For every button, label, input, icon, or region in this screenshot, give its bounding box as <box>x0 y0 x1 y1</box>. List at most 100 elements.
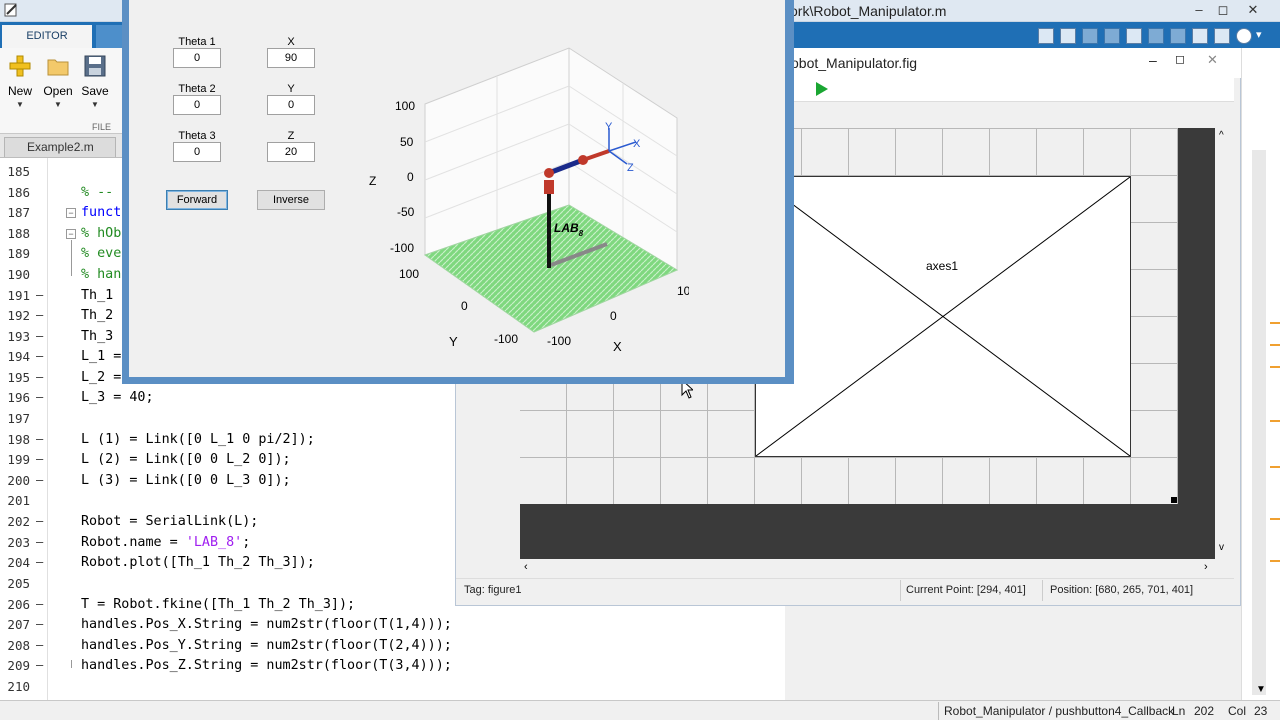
open-button[interactable]: Open ▼ <box>39 54 77 109</box>
theta1-input[interactable]: 0 <box>173 48 221 68</box>
breakpoint-marker[interactable]: – <box>36 514 43 528</box>
breakpoint-marker[interactable]: – <box>36 555 43 569</box>
fold-toggle[interactable]: − <box>66 229 76 239</box>
code-line: handles.Pos_Z.String = num2str(floor(T(3… <box>81 658 452 673</box>
line-number: 206 <box>7 597 30 612</box>
breakpoint-marker[interactable]: – <box>36 288 43 302</box>
code-line: handles.Pos_Y.String = num2str(floor(T(2… <box>81 638 452 653</box>
code-line: Th_1 <box>81 288 114 303</box>
breakpoint-marker[interactable]: – <box>36 638 43 652</box>
analyzer-marker[interactable] <box>1270 344 1280 346</box>
guide-hscroll[interactable]: ‹ › <box>520 559 1215 577</box>
line-number: 195 <box>7 370 30 385</box>
tag-text: Tag: figure1 <box>464 584 522 596</box>
string-literal: 'LAB_8' <box>185 535 243 550</box>
tab-example2[interactable]: Example2.m <box>4 137 116 157</box>
scroll-down-icon[interactable]: ▼ <box>1256 684 1266 695</box>
editor-tab-strip: Example2.m <box>0 134 125 158</box>
analyzer-marker[interactable] <box>1270 420 1280 422</box>
breakpoint-marker[interactable]: – <box>36 617 43 631</box>
resize-handle[interactable] <box>1171 497 1177 503</box>
tab-editor[interactable]: EDITOR <box>2 25 92 48</box>
paste-icon[interactable] <box>1126 28 1142 44</box>
run-figure-icon[interactable] <box>814 81 830 100</box>
line-value: 202 <box>1194 704 1215 718</box>
save-button[interactable]: Save ▼ <box>76 54 114 109</box>
figure-window: Theta 1 0 X 90 Theta 2 0 Y 0 Theta 3 0 Z… <box>129 0 785 377</box>
ribbon-section-label: FILE <box>92 122 112 132</box>
line-number: 187 <box>7 205 30 220</box>
breakpoint-marker[interactable]: – <box>36 329 43 343</box>
matlab-edit-icon <box>4 3 18 17</box>
fold-toggle[interactable]: − <box>66 208 76 218</box>
x-output[interactable]: 90 <box>267 48 315 68</box>
undo-icon[interactable] <box>1148 28 1164 44</box>
chevron-down-icon: ▼ <box>91 100 99 109</box>
close-button[interactable]: ✕ <box>1240 0 1266 20</box>
theta2-input[interactable]: 0 <box>173 95 221 115</box>
line-number: 197 <box>7 411 30 426</box>
y-output[interactable]: 0 <box>267 95 315 115</box>
code-text: ; <box>242 535 251 550</box>
quick-icon-1[interactable] <box>1038 28 1054 44</box>
layout-icon[interactable] <box>1214 28 1230 44</box>
breakpoint-marker[interactable]: – <box>36 535 43 549</box>
maximize-button[interactable]: ◻ <box>1210 0 1236 20</box>
axes1-placeholder[interactable]: axes1 <box>755 176 1131 457</box>
analyzer-marker[interactable] <box>1270 322 1280 324</box>
cut-icon[interactable] <box>1082 28 1098 44</box>
chevron-down-icon[interactable]: v <box>1219 542 1224 553</box>
code-line: Th_3 <box>81 329 114 344</box>
status-bar: Robot_Manipulator / pushbutton4_Callback… <box>0 700 1280 720</box>
theta3-label: Theta 3 <box>178 130 216 142</box>
analyzer-marker[interactable] <box>1270 366 1280 368</box>
chevron-up-icon[interactable]: ^ <box>1219 130 1224 141</box>
theta3-input[interactable]: 0 <box>173 142 221 162</box>
line-number: 192 <box>7 308 30 323</box>
robot-3d-plot[interactable]: Y X Z LAB8 100 50 0 -50 -100 Z 100 0 -10… <box>359 40 689 370</box>
help-icon[interactable] <box>1236 28 1252 44</box>
guide-minimize-button[interactable]: – <box>1149 52 1157 68</box>
code-line: L_1 = <box>81 349 122 364</box>
analyzer-marker[interactable] <box>1270 560 1280 562</box>
breakpoint-marker[interactable]: – <box>36 473 43 487</box>
new-button[interactable]: New ▼ <box>1 54 39 109</box>
plus-icon <box>8 54 32 78</box>
switch-windows-icon[interactable] <box>1192 28 1208 44</box>
redo-icon[interactable] <box>1170 28 1186 44</box>
line-number: 201 <box>7 493 30 508</box>
quick-access-toolbar: ▾ <box>1030 26 1280 46</box>
breakpoint-marker[interactable]: – <box>36 658 43 672</box>
save-quick-icon[interactable] <box>1060 28 1076 44</box>
analyzer-marker[interactable] <box>1270 518 1280 520</box>
copy-icon[interactable] <box>1104 28 1120 44</box>
z-tick-label: -100 <box>390 241 414 255</box>
z-output[interactable]: 20 <box>267 142 315 162</box>
breakpoint-marker[interactable]: – <box>36 370 43 384</box>
chevron-left-icon[interactable]: ‹ <box>524 561 528 573</box>
frame-label: Z <box>627 162 634 174</box>
code-line: Robot = SerialLink(L); <box>81 514 259 529</box>
status-divider <box>900 580 901 601</box>
line-number: 198 <box>7 432 30 447</box>
breakpoint-marker[interactable]: – <box>36 349 43 363</box>
breakpoint-marker[interactable]: – <box>36 597 43 611</box>
forward-button[interactable]: Forward <box>166 190 228 210</box>
collapse-ribbon-icon[interactable]: ▾ <box>1256 28 1262 41</box>
analyzer-marker[interactable] <box>1270 466 1280 468</box>
y-tick-label: -100 <box>494 332 518 346</box>
breakpoint-marker[interactable]: – <box>36 308 43 322</box>
guide-vscroll[interactable]: ^ v <box>1215 128 1233 559</box>
breakpoint-marker[interactable]: – <box>36 390 43 404</box>
code-text: Robot.name = <box>81 535 186 550</box>
editor-scrollbar[interactable] <box>1252 150 1266 695</box>
guide-maximize-button[interactable]: ◻ <box>1175 52 1185 66</box>
line-number: 190 <box>7 267 30 282</box>
chevron-right-icon[interactable]: › <box>1204 561 1208 573</box>
guide-close-button[interactable]: ✕ <box>1207 52 1218 68</box>
breakpoint-marker[interactable]: – <box>36 432 43 446</box>
minimize-button[interactable]: – <box>1186 0 1212 20</box>
code-line: % hOb <box>81 226 122 241</box>
breakpoint-marker[interactable]: – <box>36 452 43 466</box>
inverse-button[interactable]: Inverse <box>257 190 325 210</box>
